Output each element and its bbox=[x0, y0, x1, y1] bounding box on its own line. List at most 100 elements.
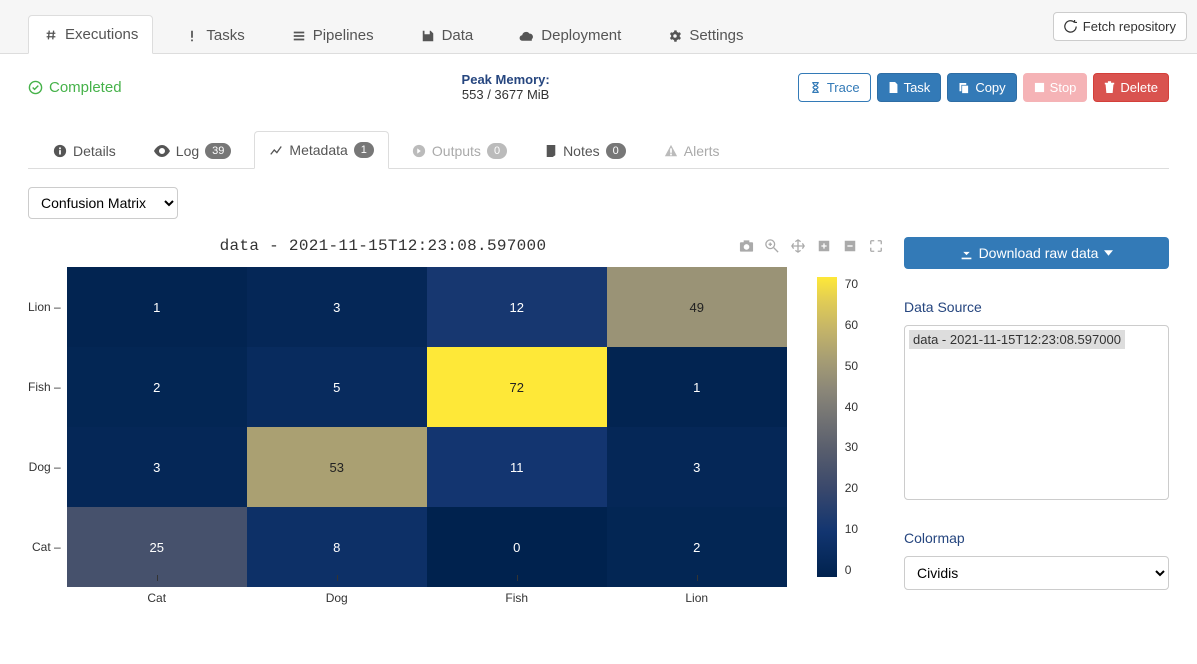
nav-data[interactable]: Data bbox=[405, 16, 489, 54]
colorbar: 706050403020100 bbox=[817, 267, 858, 605]
tab-log-label: Log bbox=[176, 143, 199, 159]
tab-outputs-label: Outputs bbox=[432, 143, 481, 159]
tab-outputs-badge: 0 bbox=[487, 143, 507, 159]
copy-label: Copy bbox=[975, 80, 1005, 95]
top-nav: Executions Tasks Pipelines Data Deployme… bbox=[0, 0, 1197, 54]
peak-memory-value: 553 / 3677 MiB bbox=[462, 87, 550, 102]
cloud-icon bbox=[519, 28, 535, 44]
nav-tasks-label: Tasks bbox=[206, 27, 244, 44]
subtabs: Details Log 39 Metadata 1 Outputs 0 Note… bbox=[28, 130, 1169, 169]
nav-executions[interactable]: Executions bbox=[28, 15, 153, 54]
heatmap-cell[interactable]: 5 bbox=[247, 347, 427, 427]
data-source-label: Data Source bbox=[904, 299, 1169, 315]
heatmap-cell[interactable]: 3 bbox=[67, 427, 247, 507]
nav-executions-label: Executions bbox=[65, 26, 138, 43]
y-tick-label: Cat – bbox=[32, 540, 61, 554]
chart-icon bbox=[269, 143, 283, 157]
heatmap-cell[interactable]: 49 bbox=[607, 267, 787, 347]
peak-memory-title: Peak Memory: bbox=[462, 72, 550, 87]
zoom-out-icon[interactable] bbox=[842, 238, 858, 254]
download-raw-data-button[interactable]: Download raw data bbox=[904, 237, 1169, 269]
colorbar-tick: 30 bbox=[845, 440, 858, 454]
side-panel: Download raw data Data Source data - 202… bbox=[904, 237, 1169, 605]
tab-details[interactable]: Details bbox=[38, 131, 131, 169]
heatmap-cell[interactable]: 1 bbox=[607, 347, 787, 427]
save-icon bbox=[420, 28, 436, 44]
nav-pipelines-label: Pipelines bbox=[313, 27, 374, 44]
delete-button[interactable]: Delete bbox=[1093, 73, 1169, 102]
heatmap-cell[interactable]: 72 bbox=[427, 347, 607, 427]
trace-button[interactable]: Trace bbox=[798, 73, 871, 102]
arrow-right-circle-icon bbox=[412, 144, 426, 158]
tab-notes[interactable]: Notes 0 bbox=[530, 131, 641, 169]
task-label: Task bbox=[904, 80, 931, 95]
heatmap-cell[interactable]: 1 bbox=[67, 267, 247, 347]
colorbar-gradient bbox=[817, 277, 837, 577]
y-axis-labels: Lion –Fish –Dog –Cat – bbox=[28, 267, 67, 587]
x-tick-label: Cat bbox=[67, 587, 247, 605]
download-label: Download raw data bbox=[979, 245, 1099, 261]
download-icon bbox=[960, 247, 973, 260]
colorbar-tick: 0 bbox=[845, 563, 858, 577]
colormap-select[interactable]: Cividis bbox=[904, 556, 1169, 590]
status-row: Completed Peak Memory: 553 / 3677 MiB Tr… bbox=[28, 72, 1169, 102]
nav-deployment[interactable]: Deployment bbox=[504, 16, 636, 54]
heatmap-cell[interactable]: 53 bbox=[247, 427, 427, 507]
trash-icon bbox=[1104, 81, 1115, 94]
pan-icon[interactable] bbox=[790, 238, 806, 254]
tab-alerts[interactable]: Alerts bbox=[649, 131, 735, 169]
x-tick-label: Dog bbox=[247, 587, 427, 605]
heatmap-cell[interactable]: 2 bbox=[67, 347, 247, 427]
colorbar-tick: 60 bbox=[845, 318, 858, 332]
tab-metadata[interactable]: Metadata 1 bbox=[254, 131, 389, 169]
eye-icon bbox=[154, 144, 170, 158]
colorbar-tick: 10 bbox=[845, 522, 858, 536]
note-icon bbox=[545, 144, 557, 158]
task-button[interactable]: Task bbox=[877, 73, 942, 102]
peak-memory: Peak Memory: 553 / 3677 MiB bbox=[462, 72, 550, 102]
heatmap-cell[interactable]: 3 bbox=[607, 427, 787, 507]
camera-icon[interactable] bbox=[738, 238, 754, 254]
tab-metadata-badge: 1 bbox=[354, 142, 374, 158]
x-axis-labels: CatDogFishLion bbox=[67, 587, 787, 605]
metadata-type-select[interactable]: Confusion Matrix bbox=[28, 187, 178, 219]
gear-icon bbox=[667, 28, 683, 44]
nav-settings[interactable]: Settings bbox=[652, 16, 758, 54]
data-source-item[interactable]: data - 2021-11-15T12:23:08.597000 bbox=[909, 330, 1125, 349]
tab-alerts-label: Alerts bbox=[684, 143, 720, 159]
heatmap-grid[interactable]: 1312492572135311325802 bbox=[67, 267, 787, 587]
hash-icon bbox=[43, 27, 59, 43]
info-icon bbox=[53, 144, 67, 158]
autoscale-icon[interactable] bbox=[868, 238, 884, 254]
heatmap-cell[interactable]: 11 bbox=[427, 427, 607, 507]
tab-log[interactable]: Log 39 bbox=[139, 131, 247, 169]
nav-pipelines[interactable]: Pipelines bbox=[276, 16, 389, 54]
warning-icon bbox=[664, 144, 678, 158]
x-tick-label: Fish bbox=[427, 587, 607, 605]
tab-outputs[interactable]: Outputs 0 bbox=[397, 131, 522, 169]
heatmap-cell[interactable]: 12 bbox=[427, 267, 607, 347]
colorbar-tick: 20 bbox=[845, 481, 858, 495]
nav-tasks[interactable]: Tasks bbox=[169, 16, 259, 54]
y-tick-label: Fish – bbox=[28, 380, 61, 394]
fetch-repository-button[interactable]: Fetch repository bbox=[1053, 12, 1187, 41]
status-label: Completed bbox=[49, 79, 122, 96]
heatmap-cell[interactable]: 3 bbox=[247, 267, 427, 347]
chart-title: data - 2021-11-15T12:23:08.597000 bbox=[28, 237, 738, 255]
nav-data-label: Data bbox=[442, 27, 474, 44]
nav-deployment-label: Deployment bbox=[541, 27, 621, 44]
refresh-icon bbox=[1064, 20, 1077, 33]
stop-button[interactable]: Stop bbox=[1023, 73, 1088, 102]
zoom-icon[interactable] bbox=[764, 238, 780, 254]
zoom-in-icon[interactable] bbox=[816, 238, 832, 254]
colorbar-tick: 50 bbox=[845, 359, 858, 373]
stop-label: Stop bbox=[1050, 80, 1077, 95]
tab-notes-label: Notes bbox=[563, 143, 600, 159]
data-source-list[interactable]: data - 2021-11-15T12:23:08.597000 bbox=[904, 325, 1169, 500]
tab-metadata-label: Metadata bbox=[289, 142, 347, 158]
fetch-repository-label: Fetch repository bbox=[1083, 19, 1176, 34]
list-icon bbox=[291, 28, 307, 44]
nav-settings-label: Settings bbox=[689, 27, 743, 44]
copy-button[interactable]: Copy bbox=[947, 73, 1016, 102]
colorbar-tick: 40 bbox=[845, 400, 858, 414]
